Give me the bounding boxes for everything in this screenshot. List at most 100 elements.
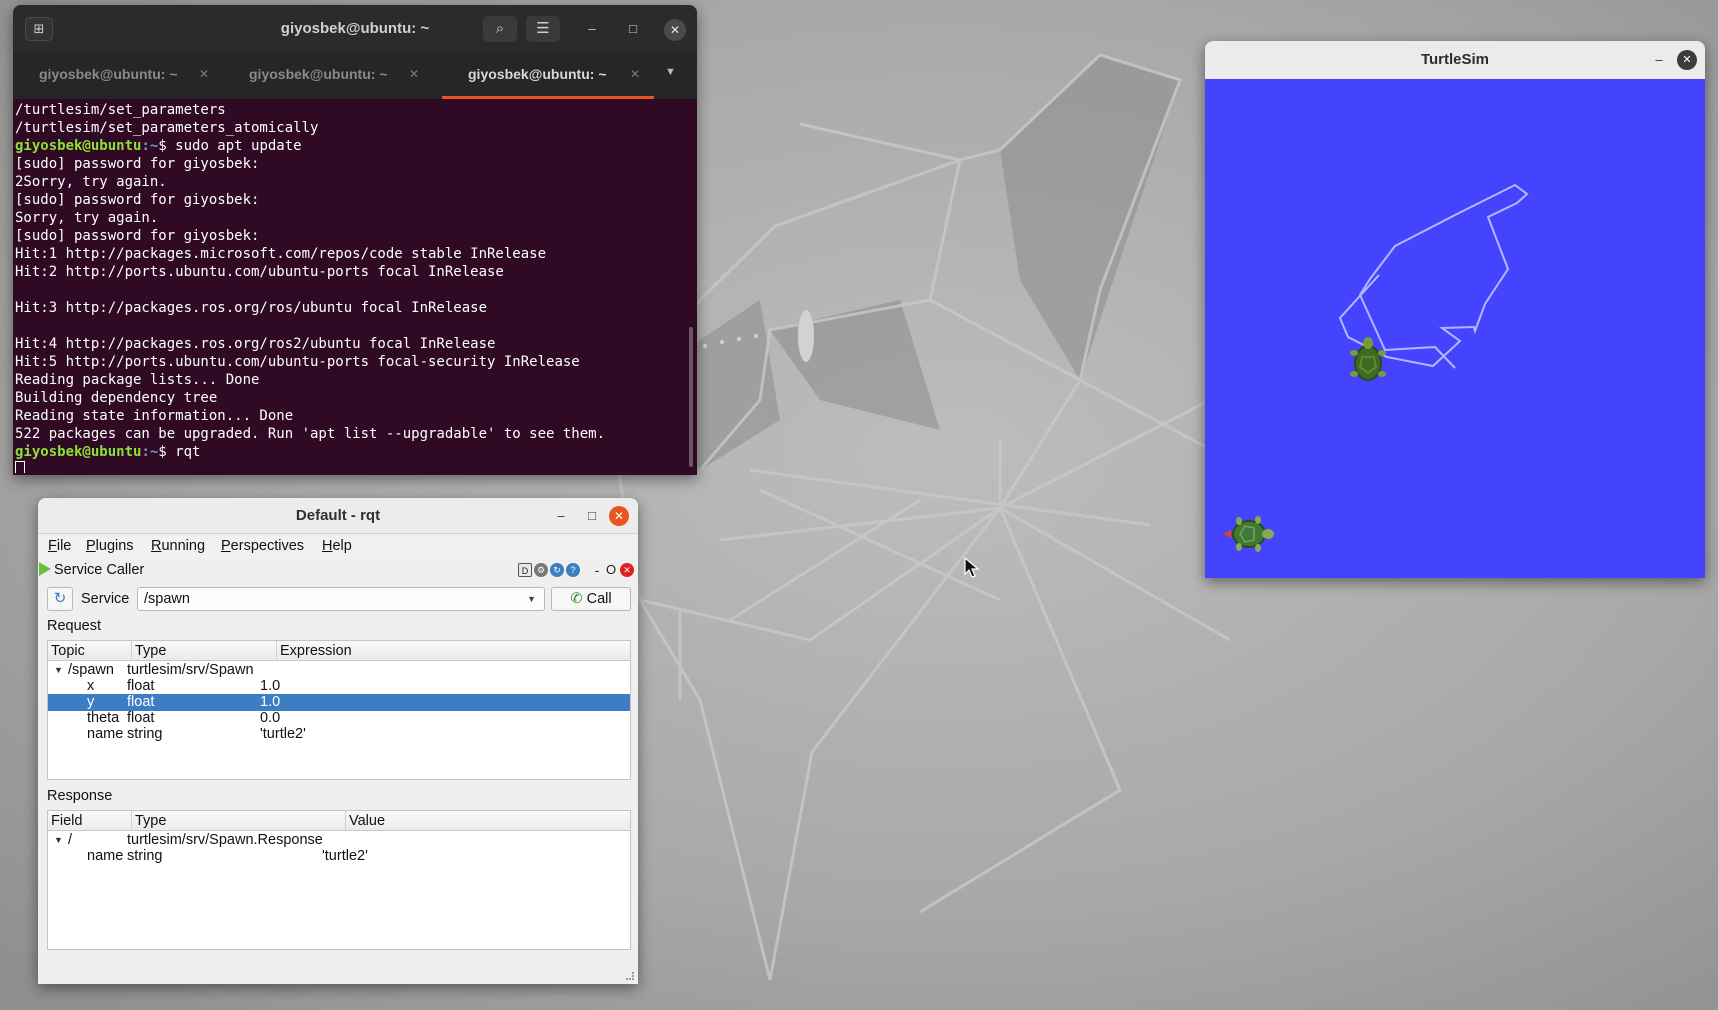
menu-help[interactable]: Help <box>322 534 352 558</box>
column-header-type[interactable]: Type <box>132 641 277 661</box>
resize-grip[interactable] <box>626 972 634 980</box>
plugin-title: Service Caller <box>54 562 145 578</box>
service-select-value: /spawn <box>144 591 190 607</box>
terminal-tab-1[interactable]: giyosbek@ubuntu: ~ ✕ <box>13 52 223 99</box>
plugin-titlebar[interactable]: Service Caller D ⚙ ↻ ? - O ✕ <box>38 558 638 582</box>
terminal-tab-3[interactable]: giyosbek@ubuntu: ~ ✕ <box>442 52 654 99</box>
chevron-down-icon[interactable]: ▼ <box>665 66 676 78</box>
refresh-icon[interactable]: ↻ <box>47 587 73 611</box>
terminal-line: [sudo] password for giyosbek: <box>15 228 260 244</box>
request-tree-header: Topic Type Expression <box>48 641 630 661</box>
turtlesim-titlebar[interactable]: TurtleSim – ✕ <box>1205 41 1705 79</box>
terminal-line: Hit:3 http://packages.ros.org/ros/ubuntu… <box>15 300 488 316</box>
dock-icon[interactable]: D <box>518 563 532 577</box>
menu-file[interactable]: File <box>48 534 71 558</box>
search-icon[interactable]: ⌕ <box>483 16 517 42</box>
tree-cell-expr: 0.0 <box>260 710 281 726</box>
tab-close-icon[interactable]: ✕ <box>630 52 640 97</box>
hamburger-menu-icon[interactable]: ☰ <box>526 16 560 42</box>
expander-icon[interactable]: ▼ <box>54 832 63 849</box>
float-plugin-icon[interactable]: O <box>604 563 618 577</box>
menu-perspectives[interactable]: Perspectives <box>221 534 304 558</box>
service-select[interactable]: /spawn ▼ <box>137 587 545 611</box>
reload-icon[interactable]: ↻ <box>550 563 564 577</box>
tree-cell-topic: theta <box>87 710 120 726</box>
turtlesim-window: TurtleSim – ✕ <box>1205 41 1705 578</box>
terminal-tab-label: giyosbek@ubuntu: ~ <box>249 66 388 82</box>
chevron-down-icon: ▼ <box>527 594 536 604</box>
menubar: File Plugins Running Perspectives Help <box>38 534 638 558</box>
desktop: ⊞ giyosbek@ubuntu: ~ ⌕ ☰ – □ ✕ giyosbek@… <box>0 0 1718 1010</box>
minimize-icon[interactable]: – <box>550 505 572 527</box>
tree-cell-expr: 1.0 <box>260 694 281 710</box>
tree-cell-topic: name <box>87 726 124 742</box>
tree-row[interactable]: x float 1.0 <box>48 678 630 695</box>
terminal-line: 522 packages can be upgraded. Run 'apt l… <box>15 426 606 442</box>
terminal-tab-bar: giyosbek@ubuntu: ~ ✕ giyosbek@ubuntu: ~ … <box>13 52 697 99</box>
tree-row[interactable]: y float 1.0 <box>48 694 630 711</box>
terminal-window: ⊞ giyosbek@ubuntu: ~ ⌕ ☰ – □ ✕ giyosbek@… <box>13 5 697 475</box>
tree-row[interactable]: theta float 0.0 <box>48 710 630 727</box>
tree-row[interactable]: ▼ / turtlesim/srv/Spawn.Response <box>48 832 630 849</box>
column-header-value[interactable]: Value <box>346 811 630 831</box>
request-tree[interactable]: Topic Type Expression ▼ /spawn turtlesim/s… <box>47 640 631 780</box>
menu-running[interactable]: Running <box>151 534 205 558</box>
tree-cell-topic: x <box>87 678 95 694</box>
tree-row[interactable]: name string 'turtle2' <box>48 726 630 743</box>
tree-cell-type: string <box>127 848 163 864</box>
terminal-output[interactable]: /turtlesim/set_parameters/turtlesim/set_… <box>15 101 685 473</box>
prompt-path: :~ <box>141 444 159 460</box>
menu-plugins[interactable]: Plugins <box>86 534 134 558</box>
terminal-tab-2[interactable]: giyosbek@ubuntu: ~ ✕ <box>223 52 433 99</box>
plugin-grip-icon[interactable] <box>39 562 51 576</box>
turtlesim-canvas[interactable] <box>1205 79 1705 578</box>
menu-help-mnemonic: H <box>322 538 333 554</box>
turtlesim-title: TurtleSim <box>1420 51 1490 68</box>
terminal-titlebar[interactable]: ⊞ giyosbek@ubuntu: ~ ⌕ ☰ – □ ✕ <box>13 5 697 52</box>
terminal-line: [sudo] password for giyosbek: <box>15 156 260 172</box>
menu-perspectives-mnemonic: P <box>221 538 231 554</box>
tree-cell-value: 'turtle2' <box>322 848 368 864</box>
rqt-title: Default - rqt <box>295 507 381 524</box>
gear-icon[interactable]: ⚙ <box>534 563 548 577</box>
close-plugin-icon[interactable]: ✕ <box>620 563 634 577</box>
menu-plugins-rest: lugins <box>95 538 134 554</box>
tree-cell-type: turtlesim/srv/Spawn <box>127 662 254 678</box>
rqt-titlebar[interactable]: Default - rqt – □ ✕ <box>38 498 638 534</box>
terminal-line: Hit:1 http://packages.microsoft.com/repo… <box>15 246 547 262</box>
column-header-type[interactable]: Type <box>132 811 346 831</box>
terminal-line: Reading state information... Done <box>15 408 294 424</box>
column-header-topic[interactable]: Topic <box>48 641 132 661</box>
tab-close-icon[interactable]: ✕ <box>409 52 419 97</box>
close-icon[interactable]: ✕ <box>1677 50 1697 70</box>
terminal-cursor-line <box>15 461 685 473</box>
help-icon[interactable]: ? <box>566 563 580 577</box>
tree-row[interactable]: ▼ /spawn turtlesim/srv/Spawn <box>48 662 630 679</box>
response-tree[interactable]: Field Type Value ▼ / turtlesim/srv/Spawn.R… <box>47 810 631 950</box>
close-icon[interactable]: ✕ <box>664 19 686 41</box>
minimize-icon[interactable]: – <box>1648 49 1670 71</box>
tab-close-icon[interactable]: ✕ <box>199 52 209 97</box>
terminal-cursor <box>15 461 25 473</box>
terminal-line: /turtlesim/set_parameters <box>15 102 226 118</box>
prompt-command: $ sudo apt update <box>158 138 302 154</box>
terminal-scrollbar[interactable] <box>689 327 693 467</box>
column-header-expression[interactable]: Expression <box>277 641 630 661</box>
tree-row[interactable]: name string 'turtle2' <box>48 848 630 865</box>
maximize-icon[interactable]: □ <box>581 505 603 527</box>
column-header-field[interactable]: Field <box>48 811 132 831</box>
tree-cell-type: float <box>127 710 155 726</box>
call-button[interactable]: ✆ Call <box>551 587 631 611</box>
menu-plugins-mnemonic: P <box>86 538 96 554</box>
menu-running-mnemonic: R <box>151 538 162 554</box>
maximize-icon[interactable]: □ <box>622 18 644 40</box>
close-icon[interactable]: ✕ <box>609 506 629 526</box>
minimize-icon[interactable]: – <box>581 18 603 40</box>
expander-icon[interactable]: ▼ <box>54 662 63 679</box>
minimize-plugin-icon[interactable]: - <box>590 563 604 577</box>
prompt-user: giyosbek@ubuntu <box>15 138 142 154</box>
service-row: ↻ Service /spawn ▼ ✆ Call <box>38 582 638 616</box>
menu-help-rest: elp <box>332 538 352 554</box>
